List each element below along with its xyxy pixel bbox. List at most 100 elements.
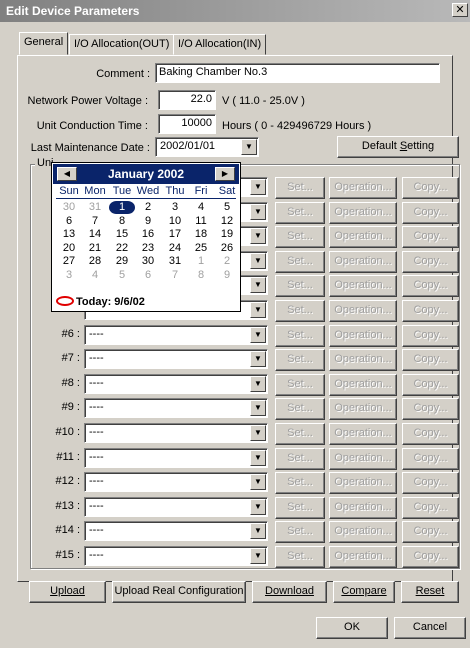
set-button[interactable]: Set... (275, 300, 325, 322)
chevron-down-icon[interactable]: ▼ (250, 400, 266, 416)
calendar-day[interactable]: 4 (188, 201, 214, 214)
calendar-day[interactable]: 26 (214, 242, 240, 255)
calendar-day[interactable]: 19 (214, 228, 240, 241)
unit-device-select[interactable]: ---- ▼ (84, 374, 268, 394)
operation-button[interactable]: Operation... (329, 546, 397, 568)
copy-button[interactable]: Copy... (402, 275, 459, 297)
calendar-day[interactable]: 25 (188, 242, 214, 255)
operation-button[interactable]: Operation... (329, 251, 397, 273)
operation-button[interactable]: Operation... (329, 448, 397, 470)
operation-button[interactable]: Operation... (329, 325, 397, 347)
download-button[interactable]: Download (252, 581, 327, 603)
copy-button[interactable]: Copy... (402, 251, 459, 273)
copy-button[interactable]: Copy... (402, 325, 459, 347)
chevron-down-icon[interactable]: ▼ (250, 425, 266, 441)
operation-button[interactable]: Operation... (329, 349, 397, 371)
chevron-down-icon[interactable]: ▼ (250, 277, 266, 293)
unit-device-select[interactable]: ---- ▼ (84, 398, 268, 418)
set-button[interactable]: Set... (275, 177, 325, 199)
calendar-day[interactable]: 28 (82, 255, 108, 268)
calendar-day[interactable]: 15 (109, 228, 135, 241)
set-button[interactable]: Set... (275, 226, 325, 248)
prev-month-icon[interactable]: ◀ (57, 167, 77, 181)
copy-button[interactable]: Copy... (402, 398, 459, 420)
calendar-day[interactable]: 5 (214, 201, 240, 214)
copy-button[interactable]: Copy... (402, 521, 459, 543)
calendar-day[interactable]: 17 (162, 228, 188, 241)
calendar-day[interactable]: 30 (56, 201, 82, 214)
operation-button[interactable]: Operation... (329, 226, 397, 248)
chevron-down-icon[interactable]: ▼ (250, 351, 266, 367)
calendar-day[interactable]: 2 (135, 201, 161, 214)
calendar-day[interactable]: 12 (214, 215, 240, 228)
calendar-day[interactable]: 1 (109, 201, 135, 214)
copy-button[interactable]: Copy... (402, 423, 459, 445)
set-button[interactable]: Set... (275, 448, 325, 470)
unit-device-select[interactable]: ---- ▼ (84, 497, 268, 517)
calendar-day[interactable]: 9 (214, 269, 240, 282)
calendar-day[interactable]: 30 (135, 255, 161, 268)
chevron-down-icon[interactable]: ▼ (250, 548, 266, 564)
chevron-down-icon[interactable]: ▼ (250, 474, 266, 490)
calendar-day[interactable]: 18 (188, 228, 214, 241)
chevron-down-icon[interactable]: ▼ (250, 523, 266, 539)
unit-device-select[interactable]: ---- ▼ (84, 521, 268, 541)
set-button[interactable]: Set... (275, 275, 325, 297)
calendar-day[interactable]: 27 (56, 255, 82, 268)
calendar-day[interactable]: 29 (109, 255, 135, 268)
set-button[interactable]: Set... (275, 251, 325, 273)
ok-button[interactable]: OK (316, 617, 388, 639)
tab-io-allocation-out[interactable]: I/O Allocation(OUT) (69, 34, 175, 55)
calendar-day[interactable]: 16 (135, 228, 161, 241)
copy-button[interactable]: Copy... (402, 300, 459, 322)
calendar-day[interactable]: 31 (82, 201, 108, 214)
operation-button[interactable]: Operation... (329, 521, 397, 543)
calendar-day[interactable]: 7 (82, 215, 108, 228)
calendar-day[interactable]: 14 (82, 228, 108, 241)
calendar-today[interactable]: Today: 9/6/02 (56, 296, 145, 308)
set-button[interactable]: Set... (275, 398, 325, 420)
calendar-day[interactable]: 13 (56, 228, 82, 241)
chevron-down-icon[interactable]: ▼ (250, 179, 266, 195)
calendar-day[interactable]: 8 (109, 215, 135, 228)
set-button[interactable]: Set... (275, 521, 325, 543)
comment-field[interactable]: Baking Chamber No.3 (155, 63, 440, 83)
set-button[interactable]: Set... (275, 374, 325, 396)
operation-button[interactable]: Operation... (329, 202, 397, 224)
operation-button[interactable]: Operation... (329, 275, 397, 297)
calendar-day[interactable]: 20 (56, 242, 82, 255)
calendar-day[interactable]: 24 (162, 242, 188, 255)
copy-button[interactable]: Copy... (402, 546, 459, 568)
operation-button[interactable]: Operation... (329, 177, 397, 199)
operation-button[interactable]: Operation... (329, 374, 397, 396)
operation-button[interactable]: Operation... (329, 423, 397, 445)
operation-button[interactable]: Operation... (329, 300, 397, 322)
maintenance-date-picker[interactable]: 2002/01/01 ▼ (155, 137, 259, 157)
close-icon[interactable]: ✕ (452, 3, 468, 17)
set-button[interactable]: Set... (275, 423, 325, 445)
calendar-day[interactable]: 6 (56, 215, 82, 228)
voltage-field[interactable]: 22.0 (158, 90, 216, 110)
unit-device-select[interactable]: ---- ▼ (84, 325, 268, 345)
unit-device-select[interactable]: ---- ▼ (84, 448, 268, 468)
calendar-day[interactable]: 2 (214, 255, 240, 268)
set-button[interactable]: Set... (275, 202, 325, 224)
calendar-day[interactable]: 6 (135, 269, 161, 282)
compare-button[interactable]: Compare (333, 581, 395, 603)
copy-button[interactable]: Copy... (402, 177, 459, 199)
calendar-day[interactable]: 21 (82, 242, 108, 255)
upload-real-configuration-button[interactable]: Upload Real Configuration (112, 581, 246, 603)
chevron-down-icon[interactable]: ▼ (250, 376, 266, 392)
calendar-day[interactable]: 23 (135, 242, 161, 255)
reset-button[interactable]: Reset (401, 581, 459, 603)
operation-button[interactable]: Operation... (329, 497, 397, 519)
calendar-day[interactable]: 7 (162, 269, 188, 282)
tab-io-allocation-in[interactable]: I/O Allocation(IN) (173, 34, 267, 55)
calendar-day[interactable]: 3 (162, 201, 188, 214)
chevron-down-icon[interactable]: ▼ (250, 228, 266, 244)
copy-button[interactable]: Copy... (402, 472, 459, 494)
calendar-day[interactable]: 11 (188, 215, 214, 228)
set-button[interactable]: Set... (275, 546, 325, 568)
unit-device-select[interactable]: ---- ▼ (84, 546, 268, 566)
chevron-down-icon[interactable]: ▼ (250, 450, 266, 466)
